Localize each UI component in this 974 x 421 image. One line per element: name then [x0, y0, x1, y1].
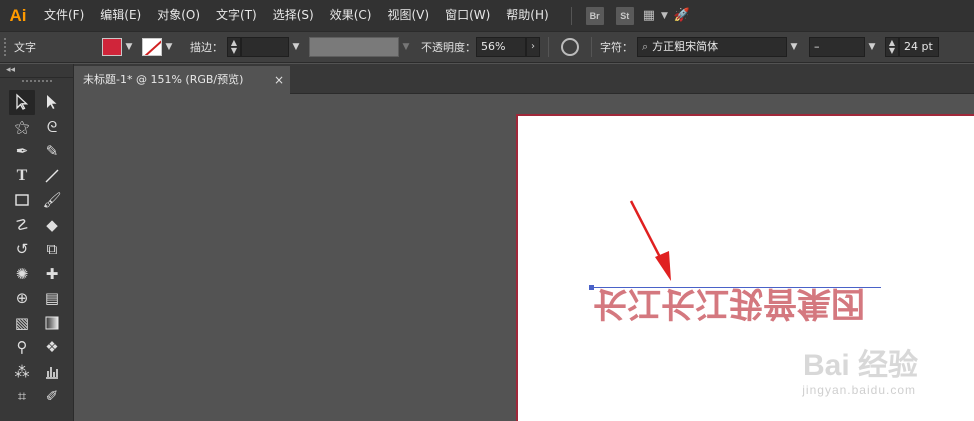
rotate-tool-icon[interactable]: ↺: [9, 237, 35, 262]
warp-tool-icon[interactable]: ✺: [9, 262, 35, 287]
text-anchor-point[interactable]: [589, 285, 594, 290]
menu-view[interactable]: 视图(V): [379, 0, 437, 31]
control-bar: 文字 ▼ ▼ 描边： ▲ ▼ ▼ ▼ 不透明度： 56% › 字符： ⌕ 方正粗宋…: [0, 31, 974, 63]
artboard-surface[interactable]: 长江长江我普集团 Bai 经验 jingyan.baidu.com: [521, 119, 974, 421]
stock-button[interactable]: St: [615, 6, 634, 25]
document-tab[interactable]: 未标题-1* @ 151% (RGB/预览) ×: [74, 66, 290, 94]
tools-panel-grip[interactable]: [21, 80, 52, 84]
font-size-stepper[interactable]: ▲ ▼: [885, 37, 899, 57]
curvature-tool-icon[interactable]: ✎: [39, 139, 65, 164]
chevron-down-icon[interactable]: ▼: [787, 38, 801, 56]
menu-select[interactable]: 选择(S): [265, 0, 322, 31]
opacity-expand-button[interactable]: ›: [526, 37, 540, 57]
search-icon: ⌕: [642, 40, 649, 53]
pen-tool-icon[interactable]: ✒: [9, 139, 35, 164]
flipped-text-object[interactable]: 长江长江我普集团: [593, 283, 865, 323]
menu-bar: Ai 文件(F) 编辑(E) 对象(O) 文字(T) 选择(S) 效果(C) 视…: [0, 0, 974, 31]
gradient-tool-icon[interactable]: [39, 311, 65, 336]
eraser-tool-icon[interactable]: ◆: [39, 213, 65, 238]
recolor-artwork-icon[interactable]: [561, 38, 579, 56]
canvas-area[interactable]: 长江长江我普集团 Bai 经验 jingyan.baidu.com: [74, 94, 974, 421]
font-style-input[interactable]: –: [809, 37, 865, 57]
divider: [591, 37, 592, 57]
chevron-down-icon[interactable]: ▼: [661, 11, 668, 21]
opacity-label[interactable]: 不透明度：: [421, 39, 476, 55]
close-icon[interactable]: ×: [274, 66, 284, 94]
red-arrow-annotation: [629, 200, 671, 281]
stroke-label[interactable]: 描边：: [190, 39, 223, 55]
chevron-down-icon[interactable]: ▼: [122, 38, 136, 56]
bridge-button[interactable]: Br: [585, 6, 604, 25]
line-segment-tool-icon[interactable]: [39, 164, 65, 189]
tool-label: 文字: [14, 41, 36, 54]
slice-tool-icon[interactable]: ✐: [39, 384, 65, 409]
puppet-warp-tool-icon[interactable]: ✚: [39, 262, 65, 287]
document-tab-bar: 未标题-1* @ 151% (RGB/预览) ×: [74, 64, 974, 94]
column-graph-tool-icon[interactable]: [39, 360, 65, 385]
menu-edit[interactable]: 编辑(E): [92, 0, 149, 31]
control-bar-grip[interactable]: [4, 38, 8, 56]
menu-help[interactable]: 帮助(H): [498, 0, 556, 31]
eyedropper-tool-icon[interactable]: ⚲: [9, 335, 35, 360]
chevron-down-icon[interactable]: ▼: [162, 38, 176, 56]
scale-tool-icon[interactable]: ⧉: [39, 237, 65, 262]
app-logo[interactable]: Ai: [0, 0, 36, 31]
symbol-sprayer-tool-icon[interactable]: ⁂: [9, 360, 35, 385]
stroke-weight-input[interactable]: [241, 37, 289, 57]
watermark-brand: Bai 经验: [802, 349, 918, 382]
type-tool-icon[interactable]: T: [9, 164, 35, 189]
lasso-tool-icon[interactable]: ᘓ: [39, 115, 65, 140]
baidu-watermark: Bai 经验: [803, 340, 918, 384]
font-family-input[interactable]: ⌕ 方正粗宋简体: [637, 37, 787, 57]
selection-tool-icon[interactable]: [9, 90, 35, 115]
menu-object[interactable]: 对象(O): [149, 0, 208, 31]
shape-builder-tool-icon[interactable]: ⊕: [9, 286, 35, 311]
variable-width-profile[interactable]: [309, 37, 399, 57]
stroke-color-swatch[interactable]: [142, 38, 162, 56]
fill-color-swatch[interactable]: [102, 38, 122, 56]
font-size-input[interactable]: 24 pt: [899, 37, 939, 57]
shaper-tool-icon[interactable]: ☡: [9, 213, 35, 238]
menu-window[interactable]: 窗口(W): [437, 0, 498, 31]
chevron-down-icon[interactable]: ▼: [289, 38, 303, 56]
workspace-layout-icon[interactable]: ▦: [643, 8, 655, 23]
stroke-weight-stepper[interactable]: ▲ ▼: [227, 37, 241, 57]
artboard[interactable]: 长江长江我普集团 Bai 经验 jingyan.baidu.com: [516, 114, 974, 421]
rectangle-tool-icon[interactable]: [9, 188, 35, 213]
magic-wand-tool-icon[interactable]: ⚝: [9, 115, 35, 140]
chevron-down-icon[interactable]: ▼: [399, 38, 413, 56]
document-tab-title: 未标题-1* @ 151% (RGB/预览): [83, 73, 244, 86]
mesh-tool-icon[interactable]: ▧: [9, 311, 35, 336]
divider: [548, 37, 549, 57]
perspective-grid-tool-icon[interactable]: ▤: [39, 286, 65, 311]
direct-selection-tool-icon[interactable]: [39, 90, 65, 115]
paintbrush-tool-icon[interactable]: 🖌: [39, 188, 65, 213]
chevron-down-icon[interactable]: ▼: [865, 38, 879, 56]
menu-type[interactable]: 文字(T): [208, 0, 265, 31]
menu-file[interactable]: 文件(F): [36, 0, 92, 31]
gpu-performance-icon[interactable]: 🚀: [674, 8, 690, 23]
character-label[interactable]: 字符：: [600, 39, 633, 55]
opacity-input[interactable]: 56%: [476, 37, 526, 57]
artboard-tool-icon[interactable]: ⌗: [9, 384, 35, 409]
font-family-value: 方正粗宋简体: [652, 40, 719, 53]
collapse-panel-icon[interactable]: ◂◂: [0, 64, 73, 78]
blend-tool-icon[interactable]: ❖: [39, 335, 65, 360]
menu-effect[interactable]: 效果(C): [322, 0, 380, 31]
watermark-url: jingyan.baidu.com: [802, 383, 916, 397]
menu-separator: [570, 6, 572, 25]
tools-panel: ◂◂ ⚝ ᘓ ✒ ✎ T 🖌 ☡ ◆ ↺ ⧉ ✺ ✚ ⊕ ▤ ▧ ⚲ ❖ ⁂ ⌗…: [0, 64, 74, 421]
